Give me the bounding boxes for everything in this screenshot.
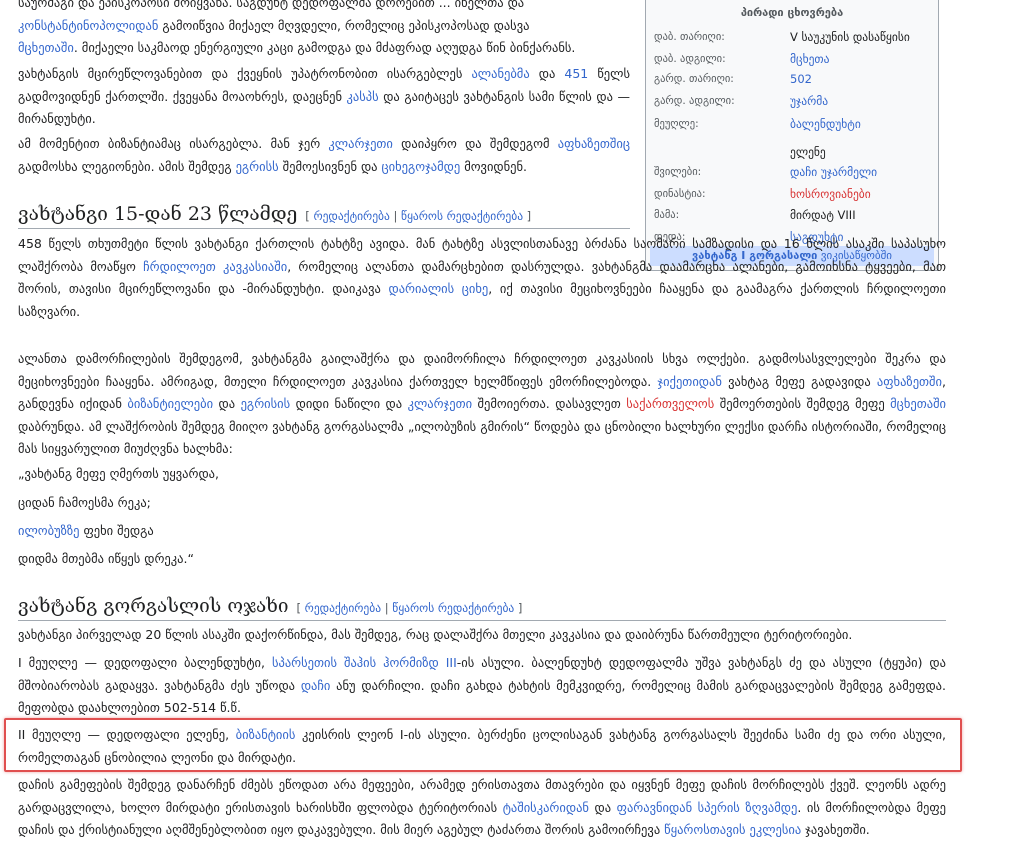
- paragraph: საურმაგი და ეპისკოპოსი მოიყვანა. საგდუხტ…: [18, 0, 576, 55]
- edit-source-link[interactable]: წყაროს რედაქტირება: [401, 209, 523, 223]
- poem-line: ილობუზზე ფეხი შედგა: [18, 523, 154, 538]
- poem-line: დიდმა მთებმა იწყეს დრეკა.“: [18, 551, 194, 566]
- paragraph: I მეუღლე — დედოფალი ბალენდუხტი, სპარსეთი…: [18, 655, 946, 715]
- edit-section: [ რედაქტირება | წყაროს რედაქტირება ]: [296, 601, 523, 615]
- paragraph: 458 წელს თხუთმეტი წლის ვახტანგი ქართლის …: [18, 236, 946, 319]
- link[interactable]: აფხაზეთშიც: [558, 136, 630, 151]
- paragraph: ამ მომენტით ბიზანტიამაც ისარგებლა. მან ჯ…: [18, 136, 630, 174]
- paragraph: ალანთა დამორჩილების შემდეგომ, ვახტანგმა …: [18, 351, 947, 456]
- infobox-row: ელენე: [790, 145, 826, 159]
- section-heading: ვახტანგი 15-დან 23 წლამდე[ რედაქტირება |…: [18, 200, 630, 229]
- link[interactable]: ბიზანტიელები: [127, 396, 213, 411]
- link[interactable]: სპარსეთის შაჰის ჰორმიზდ III: [272, 655, 457, 670]
- section-heading: ვახტანგ გორგასლის ოჯახი[ რედაქტირება | წ…: [18, 592, 946, 621]
- edit-link[interactable]: რედაქტირება: [313, 209, 389, 223]
- children-link[interactable]: დაჩი უჯარმელი: [790, 162, 877, 182]
- link[interactable]: ალანებმა: [471, 66, 529, 81]
- link[interactable]: ილობუზზე: [18, 523, 79, 538]
- link[interactable]: მცხეთაში: [890, 396, 946, 411]
- link[interactable]: 451: [564, 66, 588, 81]
- link[interactable]: აფხაზეთში: [877, 374, 942, 389]
- infobox-row: გარდ. თარიღი: 502: [654, 69, 934, 89]
- link[interactable]: ციხეგოჯამდე: [382, 159, 461, 174]
- link[interactable]: მცხეთაში: [18, 40, 74, 55]
- highlight-box: [4, 718, 962, 772]
- birthplace-link[interactable]: მცხეთა: [790, 49, 829, 69]
- link[interactable]: დაჩი: [301, 678, 331, 693]
- poem-line: ციდან ჩამოესმა რეკა;: [18, 495, 151, 510]
- paragraph: ვახტანგი პირველად 20 წლის ასაკში დაქორწი…: [18, 627, 853, 642]
- infobox-header: პირადი ცხოვრება: [740, 6, 844, 19]
- infobox: პირადი ცხოვრება დაბ. თარიღი: V საუკუნის დ…: [645, 0, 939, 271]
- dynasty-link[interactable]: ხოსროვიანები: [790, 184, 871, 204]
- link[interactable]: კლარჯეთი: [408, 396, 472, 411]
- link[interactable]: ეგრისის: [241, 396, 291, 411]
- edit-source-link[interactable]: წყაროს რედაქტირება: [392, 601, 514, 615]
- infobox-row: გარდ. ადგილი: უჯარმა: [654, 91, 934, 111]
- edit-link[interactable]: რედაქტირება: [305, 601, 381, 615]
- link[interactable]: ტაშისკარიდან: [503, 800, 589, 815]
- link[interactable]: ეგრისს: [236, 159, 279, 174]
- link[interactable]: კასპს: [347, 89, 379, 104]
- poem-line: „ვახტანგ მეფე ღმერთს უყვარდა,: [18, 466, 219, 481]
- death-year-link[interactable]: 502: [790, 69, 812, 89]
- link[interactable]: საქართველოს: [626, 396, 714, 411]
- link[interactable]: ჩრდილოეთ კავკასიაში: [143, 259, 287, 274]
- infobox-row: დაბ. ადგილი: მცხეთა: [654, 49, 934, 69]
- link[interactable]: წყაროსთავის ეკლესია: [664, 822, 801, 837]
- link[interactable]: ჯიქეთიდან: [657, 374, 721, 389]
- infobox-row: მეუღლე: ბალენდუხტი: [654, 114, 934, 134]
- infobox-row: მამა: მირდატ VIII: [654, 208, 856, 222]
- paragraph: დაჩის გამეფების შემდეგ დანარჩენ ძმებს ეწ…: [18, 777, 946, 837]
- link[interactable]: კონსტანტინოპოლიდან: [18, 18, 158, 33]
- death-place-link[interactable]: უჯარმა: [790, 91, 828, 111]
- link[interactable]: დარიალის ციხე: [388, 281, 488, 296]
- paragraph: ვახტანგის მცირეწლოვანებით და ქვეყნის უპა…: [18, 66, 630, 126]
- link[interactable]: ფარავნიდან სპერის ზღვამდე: [617, 800, 798, 815]
- infobox-row: დინასტია: ხოსროვიანები: [654, 184, 934, 204]
- infobox-row: შვილები: დაჩი უჯარმელი: [654, 162, 934, 182]
- infobox-row: დაბ. თარიღი: V საუკუნის დასაწყისი: [654, 30, 910, 44]
- spouse-link[interactable]: ბალენდუხტი: [790, 114, 861, 134]
- edit-section: [ რედაქტირება | წყაროს რედაქტირება ]: [305, 209, 532, 223]
- link[interactable]: კლარჯეთი: [328, 136, 392, 151]
